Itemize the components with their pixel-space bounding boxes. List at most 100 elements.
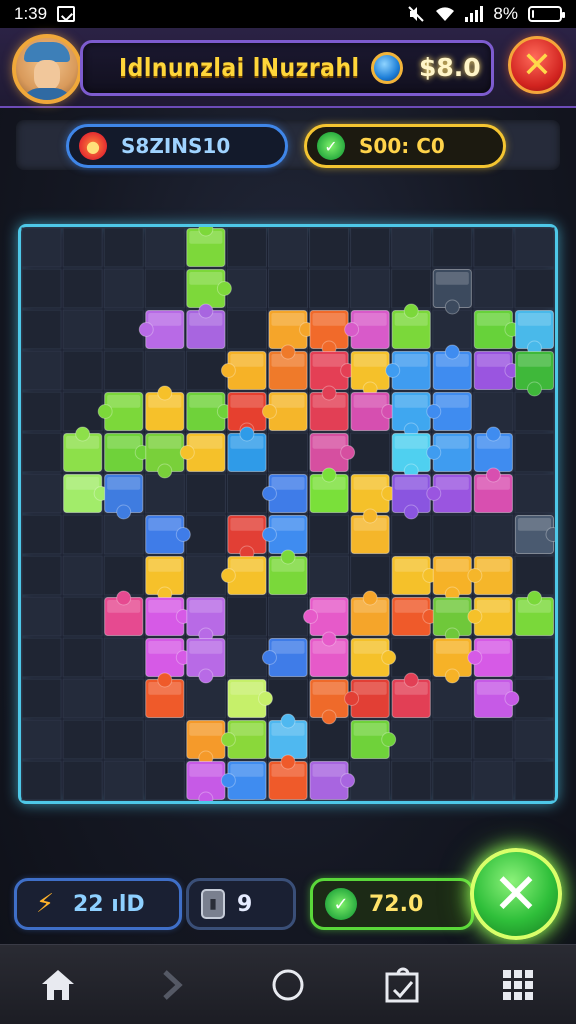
puzzle-piece[interactable] [104,590,144,636]
empty-cell[interactable] [309,227,350,268]
puzzle-piece[interactable] [350,474,397,513]
empty-cell[interactable] [103,637,144,678]
empty-cell[interactable] [21,514,62,555]
puzzle-board[interactable] [18,224,558,804]
empty-cell[interactable] [309,514,350,555]
puzzle-piece[interactable] [179,433,226,472]
puzzle-piece[interactable] [514,590,554,636]
empty-cell[interactable] [432,514,473,555]
puzzle-piece[interactable] [432,638,472,684]
empty-cell[interactable] [144,760,185,801]
empty-cell[interactable] [473,391,514,432]
empty-cell[interactable] [267,678,309,719]
puzzle-piece[interactable] [473,351,520,390]
puzzle-piece[interactable] [268,713,308,759]
puzzle-piece[interactable] [467,556,513,595]
empty-cell[interactable] [226,473,267,514]
puzzle-piece[interactable] [145,433,185,479]
puzzle-piece[interactable] [467,638,513,677]
puzzle-piece[interactable] [220,720,267,759]
puzzle-piece[interactable] [309,631,349,677]
puzzle-piece[interactable] [391,303,431,349]
puzzle-piece[interactable] [220,761,267,800]
empty-cell[interactable] [226,596,267,637]
puzzle-piece[interactable] [309,433,356,472]
puzzle-piece[interactable] [432,344,472,390]
empty-cell[interactable] [62,227,103,268]
empty-cell[interactable] [350,760,391,801]
empty-cell[interactable] [185,555,226,596]
puzzle-piece[interactable] [186,597,226,643]
empty-cell[interactable] [267,432,309,473]
empty-cell[interactable] [267,227,309,268]
empty-cell[interactable] [21,268,62,309]
puzzle-piece[interactable] [473,679,520,718]
puzzle-piece[interactable] [268,549,308,595]
empty-cell[interactable] [62,391,103,432]
puzzle-piece[interactable] [350,392,397,431]
puzzle-piece[interactable] [391,597,438,636]
empty-cell[interactable] [309,555,350,596]
empty-cell[interactable] [103,719,144,760]
empty-cell[interactable] [391,268,432,309]
puzzle-piece[interactable] [432,269,472,315]
empty-cell[interactable] [514,555,555,596]
empty-cell[interactable] [432,227,473,268]
puzzle-piece[interactable] [309,467,349,513]
puzzle-piece[interactable] [473,426,513,472]
empty-cell[interactable] [62,637,103,678]
puzzle-piece[interactable] [145,385,185,431]
empty-cell[interactable] [309,719,350,760]
empty-cell[interactable] [432,309,473,350]
empty-cell[interactable] [514,678,555,719]
empty-cell[interactable] [144,473,185,514]
empty-cell[interactable] [514,637,555,678]
puzzle-piece[interactable] [220,556,267,595]
empty-cell[interactable] [21,719,62,760]
empty-cell[interactable] [103,555,144,596]
puzzle-piece[interactable] [385,351,431,390]
empty-cell[interactable] [514,432,555,473]
player-avatar[interactable] [12,34,82,104]
empty-cell[interactable] [62,596,103,637]
puzzle-piece[interactable] [344,679,390,718]
nav-puzzle[interactable] [373,955,433,1015]
puzzle-piece[interactable] [63,474,109,513]
puzzle-piece[interactable] [145,556,185,602]
empty-cell[interactable] [21,596,62,637]
puzzle-piece[interactable] [350,508,390,554]
empty-cell[interactable] [350,268,391,309]
empty-cell[interactable] [391,760,432,801]
empty-cell[interactable] [21,473,62,514]
empty-cell[interactable] [185,678,226,719]
puzzle-piece[interactable] [186,303,226,349]
puzzle-piece[interactable] [227,426,267,472]
empty-cell[interactable] [62,309,103,350]
nav-forward[interactable] [143,955,203,1015]
empty-cell[interactable] [21,350,62,391]
empty-cell[interactable] [391,637,432,678]
puzzle-piece[interactable] [97,392,144,431]
empty-cell[interactable] [62,719,103,760]
empty-cell[interactable] [473,719,514,760]
puzzle-piece[interactable] [426,433,472,472]
empty-cell[interactable] [514,719,555,760]
empty-cell[interactable] [21,391,62,432]
puzzle-piece[interactable] [186,761,226,802]
empty-cell[interactable] [514,473,555,514]
empty-cell[interactable] [62,514,103,555]
puzzle-piece[interactable] [268,310,315,349]
puzzle-piece[interactable] [261,638,308,677]
empty-cell[interactable] [226,309,267,350]
empty-cell[interactable] [432,760,473,801]
empty-cell[interactable] [432,719,473,760]
empty-cell[interactable] [185,514,226,555]
empty-cell[interactable] [432,678,473,719]
puzzle-piece[interactable] [344,310,390,349]
puzzle-piece[interactable] [104,433,150,472]
puzzle-piece[interactable] [186,638,226,684]
puzzle-piece[interactable] [309,385,349,431]
empty-cell[interactable] [226,227,267,268]
empty-cell[interactable] [514,268,555,309]
empty-cell[interactable] [62,555,103,596]
